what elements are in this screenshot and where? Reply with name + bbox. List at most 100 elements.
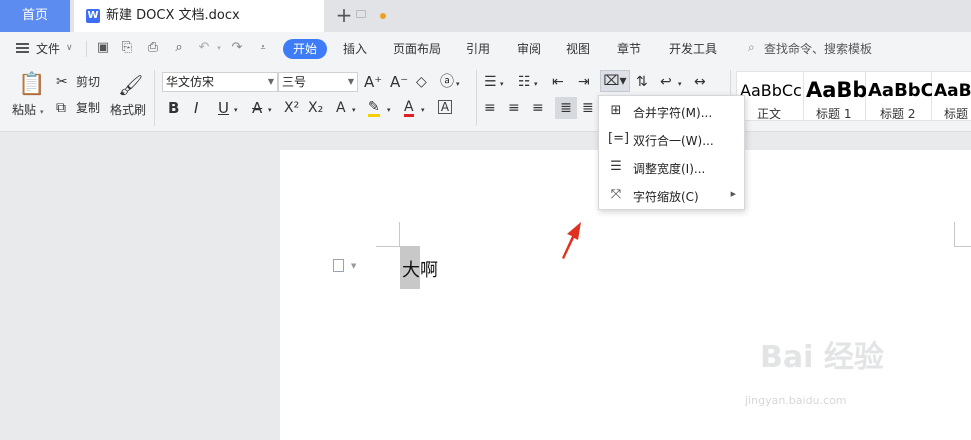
tab-developer[interactable]: 开发工具	[669, 40, 717, 57]
chevron-down-icon[interactable]: ▾	[234, 102, 238, 118]
show-marks-icon[interactable]: ↩	[660, 74, 672, 90]
undo-dropdown-icon[interactable]: ▾	[212, 41, 226, 55]
strikethrough-icon[interactable]: A	[252, 100, 262, 116]
bold-icon[interactable]: B	[168, 100, 179, 116]
style-heading-1[interactable]: AaBb 标题 1	[804, 71, 866, 121]
menu-item-adjust-width[interactable]: ☰ 调整宽度(I)...	[599, 154, 746, 181]
style-heading-2[interactable]: AaBbC 标题 2	[866, 71, 932, 121]
tab-section[interactable]: 章节	[617, 40, 641, 57]
divider	[476, 70, 477, 126]
format-painter-button[interactable]: 格式刷	[110, 102, 146, 118]
copy-button[interactable]: 复制	[76, 100, 100, 116]
justify-icon[interactable]: ≣	[555, 97, 577, 119]
menu-item-label: 双行合一(W)...	[633, 134, 714, 148]
monitor-icon[interactable]	[356, 10, 366, 18]
paste-icon[interactable]: 📋	[18, 72, 45, 98]
clear-format-icon[interactable]: ◇	[416, 74, 427, 90]
tab-page-layout[interactable]: 页面布局	[393, 40, 441, 57]
chevron-down-icon[interactable]: ▼	[351, 262, 356, 270]
chevron-down-icon[interactable]: ▾	[268, 102, 272, 118]
increase-indent-icon[interactable]: ⇥	[578, 74, 590, 90]
chinese-layout-icon[interactable]: ⌧▾	[600, 70, 630, 92]
tab-review[interactable]: 审阅	[517, 40, 541, 57]
red-arrow-annotation	[562, 222, 581, 259]
paste-dropdown-icon[interactable]: ▾	[40, 104, 44, 120]
menu-item-char-scale[interactable]: ⤧ 字符缩放(C) ▶	[599, 182, 746, 209]
style-label: 正文	[757, 107, 782, 121]
file-menu[interactable]: 文件	[36, 40, 60, 57]
subscript-icon[interactable]: X₂	[308, 100, 323, 116]
watermark-url: jingyan.baidu.com	[745, 394, 847, 407]
redo-icon[interactable]: ↷	[230, 41, 244, 55]
style-sample: AaBbC	[868, 80, 932, 101]
superscript-icon[interactable]: X²	[284, 100, 299, 116]
paragraph-handle-icon[interactable]	[333, 259, 344, 272]
font-size-select[interactable]: 三号 ▼	[278, 72, 358, 92]
style-normal[interactable]: AaBbCcDd 正文	[736, 71, 804, 121]
home-tab[interactable]: 首页	[0, 0, 70, 32]
style-label: 标题 1	[816, 107, 852, 121]
arrow-shape	[562, 222, 581, 259]
scissors-icon[interactable]: ✂	[56, 74, 68, 90]
tab-view[interactable]: 视图	[566, 40, 590, 57]
align-right-icon[interactable]: ≡	[532, 100, 544, 116]
save-icon[interactable]: ▣	[96, 41, 110, 55]
increase-font-icon[interactable]: A⁺	[364, 74, 382, 90]
tab-insert[interactable]: 插入	[343, 40, 367, 57]
text-effect-icon[interactable]: A	[336, 100, 346, 116]
print-preview-icon[interactable]: ⌕	[172, 41, 186, 55]
undo-icon[interactable]: ↶	[197, 41, 211, 55]
menu-item-label: 调整宽度(I)...	[633, 162, 706, 176]
tab-references[interactable]: 引用	[466, 40, 490, 57]
highlight-icon[interactable]: ✎	[368, 100, 380, 117]
tab-bar: 首页 W 新建 DOCX 文档.docx +	[0, 0, 971, 32]
font-color-icon[interactable]: A	[404, 100, 414, 117]
style-title[interactable]: AaBbC 标题	[932, 71, 971, 121]
distribute-icon[interactable]: ≣	[582, 100, 594, 116]
cut-button[interactable]: 剪切	[76, 74, 100, 90]
paste-button[interactable]: 粘贴	[12, 102, 36, 118]
char-border-icon[interactable]: A	[438, 100, 452, 114]
chevron-down-icon[interactable]: ▾	[534, 76, 538, 92]
new-tab-button[interactable]: +	[334, 0, 354, 32]
style-sample: AaBb	[806, 78, 866, 102]
chevron-down-icon[interactable]: ∨	[66, 43, 73, 53]
export-icon[interactable]: ⎘	[120, 41, 134, 55]
chevron-down-icon[interactable]: ▾	[456, 76, 460, 92]
menu-item-two-lines-in-one[interactable]: [=] 双行合一(W)...	[599, 126, 746, 153]
style-sample: AaBbC	[934, 81, 971, 101]
document-text[interactable]: 大啊	[402, 256, 438, 282]
char-spacing-icon[interactable]: ↔	[694, 74, 706, 90]
menu-icon[interactable]	[16, 43, 29, 53]
italic-icon[interactable]: I	[194, 100, 198, 116]
document-tab[interactable]: W 新建 DOCX 文档.docx	[74, 0, 386, 32]
font-name-select[interactable]: 华文仿宋 ▼	[162, 72, 278, 92]
numbered-list-icon[interactable]: ☷	[518, 74, 531, 90]
tab-start[interactable]: 开始	[283, 39, 327, 59]
chevron-down-icon[interactable]: ▾	[421, 102, 425, 118]
decrease-font-icon[interactable]: A⁻	[390, 74, 408, 90]
print-icon[interactable]: ⎙	[146, 41, 160, 55]
menu-item-label: 字符缩放(C)	[633, 190, 699, 204]
chevron-down-icon[interactable]: ▾	[387, 102, 391, 118]
customize-toolbar-icon[interactable]: ⩡	[256, 41, 270, 55]
chevron-down-icon[interactable]: ▾	[352, 102, 356, 118]
search-input[interactable]: 查找命令、搜索模板	[764, 40, 872, 57]
chevron-down-icon[interactable]: ▾	[678, 76, 682, 92]
decrease-indent-icon[interactable]: ⇤	[552, 74, 564, 90]
style-label: 标题 2	[880, 107, 916, 121]
copy-icon[interactable]: ⧉	[56, 100, 66, 116]
align-center-icon[interactable]: ≡	[508, 100, 520, 116]
underline-icon[interactable]: U	[218, 100, 229, 116]
sort-icon[interactable]: ⇅	[636, 74, 648, 90]
menu-item-merge-chars[interactable]: ⊞ 合并字符(M)...	[599, 98, 746, 125]
font-name-value: 华文仿宋	[166, 75, 215, 89]
divider	[154, 70, 155, 126]
two-lines-icon: [=]	[608, 131, 630, 146]
phonetic-icon[interactable]: ⓐ	[440, 74, 454, 90]
format-painter-icon[interactable]: 🖌	[118, 72, 143, 98]
chevron-down-icon[interactable]: ▾	[500, 76, 504, 92]
bullet-list-icon[interactable]: ☰	[484, 74, 497, 90]
align-left-icon[interactable]: ≡	[484, 100, 496, 116]
watermark-brand: Bai 经验	[760, 340, 884, 375]
